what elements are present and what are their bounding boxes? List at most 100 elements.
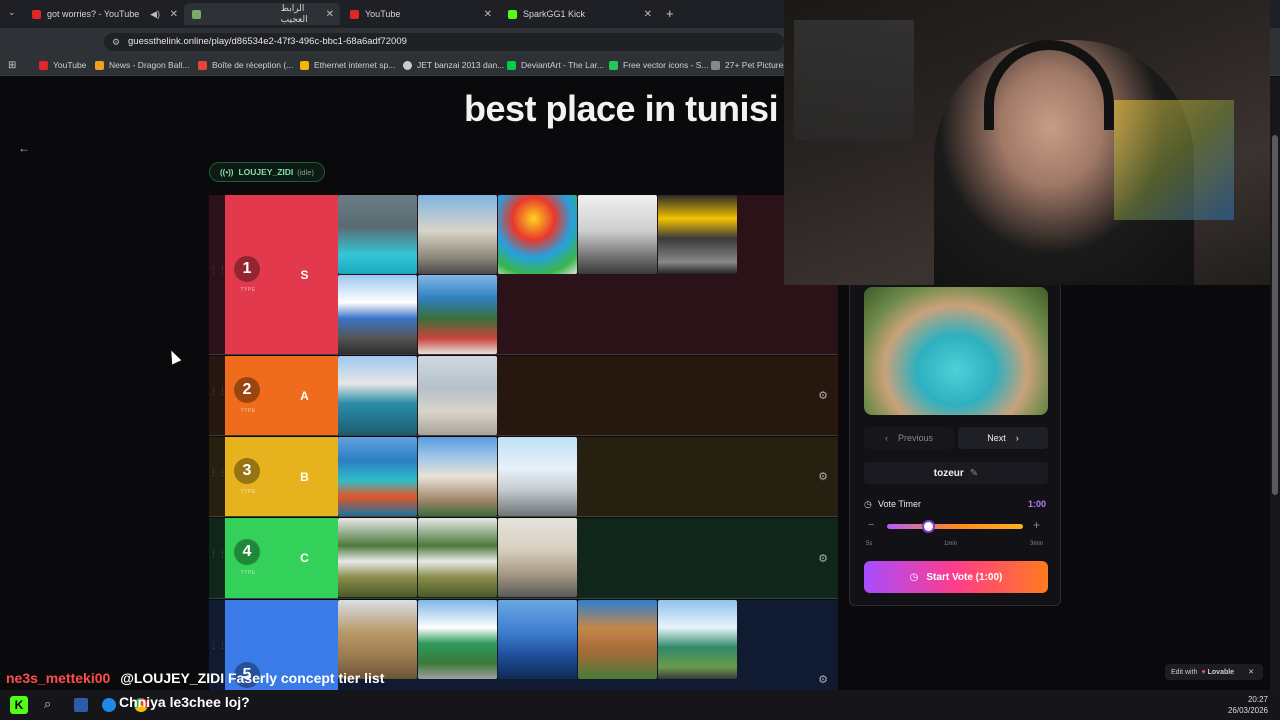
place-image[interactable] (418, 600, 497, 679)
place-image[interactable] (418, 195, 497, 274)
bookmark-ethernet[interactable]: Ethernet internet sp... (300, 60, 395, 70)
bookmark-label: 27+ Pet Pictures (725, 60, 788, 70)
gear-icon[interactable]: ⚙ (818, 673, 828, 686)
place-image[interactable] (578, 195, 657, 274)
next-button[interactable]: Next › (958, 427, 1048, 449)
timer-slider-thumb[interactable] (921, 520, 935, 533)
current-item-image (864, 287, 1048, 415)
bookmark-vector-icons[interactable]: Free vector icons - S... (609, 60, 709, 70)
search-icon[interactable]: ⌕ (44, 696, 51, 712)
next-label: Next (987, 433, 1006, 443)
clock-time: 20:27 (1247, 695, 1268, 704)
tier-label[interactable]: B (271, 437, 338, 516)
lovable-brand: Lovable (1207, 668, 1235, 676)
tier-label[interactable]: A (271, 356, 338, 435)
place-image[interactable] (338, 275, 417, 354)
chevron-left-icon: ‹ (884, 433, 888, 443)
apps-grid-icon[interactable]: ⊞ (8, 60, 16, 71)
taskbar-app-icon[interactable] (102, 698, 116, 712)
tab-label: got worries? - YouTube (47, 9, 140, 19)
shelf-image (794, 20, 914, 140)
gear-icon[interactable]: ⚙ (818, 552, 828, 565)
place-image[interactable] (418, 518, 497, 597)
place-image[interactable] (338, 356, 417, 435)
place-image[interactable] (578, 600, 657, 679)
drag-handle-icon[interactable]: ⋮⋮ (209, 518, 227, 598)
lovable-edit-label: Edit with (1171, 668, 1198, 676)
place-image[interactable] (658, 195, 737, 274)
tier-type: TYPE (240, 408, 256, 414)
webcam-overlay (784, 0, 1270, 285)
place-image[interactable] (498, 437, 577, 516)
drag-handle-icon[interactable]: ⋮⋮ (209, 356, 227, 435)
place-image[interactable] (418, 275, 497, 354)
new-tab-icon[interactable]: + (666, 6, 674, 21)
tier-label[interactable]: S (271, 195, 338, 354)
place-image[interactable] (658, 600, 737, 679)
tier-label[interactable]: C (271, 518, 338, 598)
bookmark-gmail[interactable]: Boîte de réception (... (198, 60, 293, 70)
bookmark-youtube[interactable]: YouTube (39, 60, 86, 70)
tab-youtube-worries[interactable]: got worries? - YouTube ◀) ✕ (24, 3, 184, 25)
tier-number: 2 (234, 377, 260, 403)
place-image[interactable] (338, 518, 417, 597)
tier-number: 3 (234, 458, 260, 484)
bookmark-deviantart[interactable]: DeviantArt - The Lar... (507, 60, 604, 70)
bookmark-dragonball[interactable]: News - Dragon Ball... (95, 60, 189, 70)
tab-list-chevron-icon[interactable]: ⌄ (8, 7, 16, 18)
vote-timer-value: 1:00 (1027, 499, 1046, 509)
place-image[interactable] (498, 195, 577, 274)
start-vote-button[interactable]: ◷ Start Vote (1:00) (864, 561, 1048, 593)
drag-handle-icon[interactable]: ⋮⋮ (209, 437, 227, 516)
place-image[interactable] (498, 600, 577, 679)
back-arrow-icon[interactable]: ← (14, 138, 34, 158)
chevron-right-icon: › (1015, 433, 1019, 443)
place-image[interactable] (338, 600, 417, 679)
bookmark-pet-pictures[interactable]: 27+ Pet Pictures (711, 60, 788, 70)
tab-kick[interactable]: SparkGG1 Kick ✕ (500, 3, 658, 25)
timer-slider[interactable] (887, 520, 1023, 533)
previous-button[interactable]: ‹ Previous (864, 427, 954, 449)
site-icon (192, 9, 201, 19)
site-info-icon[interactable]: ⚙ (112, 33, 120, 51)
tier-row-4: ⋮⋮ 4 TYPE C ⚙ (209, 518, 838, 599)
place-image[interactable] (338, 195, 417, 274)
close-icon[interactable]: ✕ (1248, 668, 1254, 676)
pencil-icon[interactable]: ✎ (970, 468, 978, 479)
user-name: LOUJEY_ZIDI (238, 167, 294, 177)
tier-row-1: ⋮⋮ 1 TYPE S (209, 195, 838, 355)
place-image[interactable] (338, 437, 417, 516)
scrollbar-thumb[interactable] (1272, 135, 1278, 495)
kick-icon (508, 9, 517, 19)
place-image[interactable] (418, 356, 497, 435)
url-field[interactable]: ⚙ guessthelink.online/play/d86534e2-47f3… (104, 33, 784, 51)
place-image[interactable] (418, 437, 497, 516)
close-icon[interactable]: ✕ (644, 9, 652, 20)
speaker-icon[interactable]: ◀) (150, 9, 160, 20)
user-status-pill: ((•)) LOUJEY_ZIDI (idle) (209, 162, 325, 182)
plus-icon[interactable]: + (1033, 518, 1040, 532)
tab-youtube[interactable]: YouTube ✕ (342, 3, 498, 25)
close-icon[interactable]: ✕ (170, 9, 178, 20)
place-image[interactable] (498, 518, 577, 597)
vote-timer-label: Vote Timer (878, 499, 922, 509)
bookmark-jet[interactable]: JET banzai 2013 dan... (403, 60, 504, 70)
item-name-field[interactable]: tozeur ✎ (864, 462, 1048, 484)
taskbar-app-icon[interactable] (74, 698, 88, 712)
dragonball-icon (95, 60, 104, 70)
minus-icon[interactable]: − (868, 519, 874, 531)
gmail-icon (198, 60, 207, 70)
page-scrollbar[interactable] (1270, 77, 1280, 690)
lovable-badge[interactable]: Edit with ♥ Lovable ✕ (1165, 664, 1263, 680)
tab-guessthelink[interactable]: الرابط العجيب ✕ (184, 3, 340, 25)
bookmark-label: DeviantArt - The Lar... (521, 60, 604, 70)
gear-icon[interactable]: ⚙ (818, 389, 828, 402)
drag-handle-icon[interactable]: ⋮⋮ (209, 195, 227, 354)
gear-icon[interactable]: ⚙ (818, 470, 828, 483)
close-icon[interactable]: ✕ (326, 9, 334, 20)
page-title: best place in tunisi (464, 88, 779, 129)
bookmark-label: JET banzai 2013 dan... (417, 60, 505, 70)
youtube-icon (32, 9, 41, 19)
close-icon[interactable]: ✕ (484, 9, 492, 20)
kick-icon[interactable]: K (10, 696, 28, 714)
